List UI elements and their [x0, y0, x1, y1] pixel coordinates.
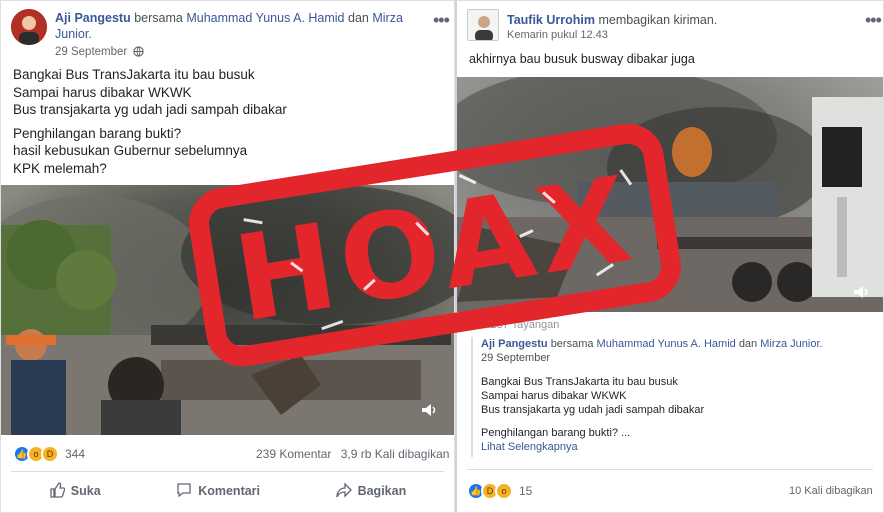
post-meta: Kemarin pukul 12.43 — [507, 29, 608, 41]
and-word: dan — [348, 11, 369, 25]
share-action-text: membagikan kiriman. — [598, 13, 718, 27]
post-stats: 239 Komentar 3,9 rb Kali dibagikan — [256, 447, 449, 461]
shared-text-line: Bangkai Bus TransJakarta itu bau busuk — [481, 376, 678, 388]
post-meta: 29 September — [55, 46, 145, 60]
author-avatar[interactable] — [11, 9, 47, 45]
reaction-count: 15 — [519, 484, 533, 498]
share-label: Bagikan — [357, 484, 407, 498]
shared-text-line: Sampai harus dibakar WKWK — [481, 390, 627, 402]
shared-tagged-user-1[interactable]: Muhammad Yunus A. Hamid — [597, 338, 736, 350]
shared-author-line: Aji Pangestu bersama Muhammad Yunus A. H… — [481, 337, 871, 351]
volume-icon[interactable] — [421, 403, 439, 417]
with-word: bersama — [134, 11, 183, 25]
reactions-summary[interactable]: 👍 D o 15 — [467, 482, 532, 500]
left-post: Aji Pangestu bersama Muhammad Yunus A. H… — [0, 0, 455, 513]
fire-scene-image — [1, 185, 454, 435]
post-text-line: Bus transjakarta yg udah jadi sampah dib… — [13, 102, 287, 117]
post-text-line: Sampai harus dibakar WKWK — [13, 84, 192, 100]
view-count: 105.237 Tayangan — [469, 319, 560, 331]
fire-scene-image — [457, 77, 883, 312]
shared-post-preview[interactable]: Aji Pangestu bersama Muhammad Yunus A. H… — [471, 337, 871, 457]
post-text: akhirnya bau busuk busway dibakar juga — [469, 52, 695, 66]
and-word: dan — [738, 338, 758, 350]
globe-icon — [133, 46, 145, 60]
share-arrow-icon — [335, 481, 352, 501]
see-more-link[interactable]: Lihat Selengkapnya — [481, 440, 871, 454]
comment-label: Komentari — [198, 484, 261, 498]
post-video[interactable] — [457, 77, 883, 312]
divider — [11, 471, 444, 472]
action-bar: Suka Komentari Bagikan — [11, 479, 444, 503]
shared-text: Bangkai Bus TransJakarta itu bau busuk S… — [481, 375, 871, 454]
share-count[interactable]: 10 Kali dibagikan — [789, 485, 873, 497]
comment-icon — [176, 482, 192, 501]
reaction-count: 344 — [65, 447, 86, 461]
author-name[interactable]: Taufik Urrohim — [507, 13, 595, 27]
more-options-icon[interactable]: ••• — [865, 11, 882, 29]
shared-tagged-user-2[interactable]: Mirza Junior. — [760, 338, 822, 350]
more-options-icon[interactable]: ••• — [433, 11, 450, 29]
post-date[interactable]: Kemarin pukul 12.43 — [507, 29, 608, 41]
post-author-line: Aji Pangestu bersama Muhammad Yunus A. H… — [55, 10, 415, 42]
like-button[interactable]: Suka — [49, 481, 101, 501]
author-name[interactable]: Aji Pangestu — [55, 11, 131, 25]
shared-author-name[interactable]: Aji Pangestu — [481, 338, 548, 350]
right-post: Taufik Urrohim membagikan kiriman. Kemar… — [455, 0, 884, 513]
wow-reaction-icon: o — [495, 482, 513, 500]
share-count[interactable]: 3,9 rb Kali dibagikan — [341, 447, 450, 461]
post-video[interactable] — [1, 185, 454, 435]
post-text-line: hasil kebusukan Gubernur sebelumnya — [13, 143, 248, 158]
shared-date: 29 September — [481, 352, 551, 364]
haha-reaction-icon: D — [41, 445, 59, 463]
reactions-summary[interactable]: 👍 o D 344 — [13, 445, 85, 463]
comment-button[interactable]: Komentari — [176, 482, 260, 501]
author-avatar[interactable] — [467, 9, 499, 41]
thumbs-up-icon — [49, 481, 66, 501]
share-button[interactable]: Bagikan — [335, 481, 407, 501]
with-word: bersama — [550, 338, 594, 350]
post-date[interactable]: 29 September — [55, 46, 127, 58]
shared-text-line: Penghilangan barang bukti? ... — [481, 427, 631, 439]
post-author-line: Taufik Urrohim membagikan kiriman. — [507, 12, 847, 28]
post-text: Bangkai Bus TransJakarta itu bau busuk S… — [13, 66, 443, 177]
volume-icon[interactable] — [853, 285, 871, 299]
shared-text-line: Bus transjakarta yg udah jadi sampah dib… — [481, 404, 705, 416]
tagged-user-1[interactable]: Muhammad Yunus A. Hamid — [186, 11, 344, 25]
divider — [467, 469, 873, 470]
post-text-line: KPK melemah? — [13, 160, 107, 176]
comment-count[interactable]: 239 Komentar — [256, 447, 331, 461]
like-label: Suka — [70, 484, 101, 498]
post-text-line: Penghilangan barang bukti? — [13, 125, 182, 141]
post-text-line: Bangkai Bus TransJakarta itu bau busuk — [13, 67, 255, 82]
